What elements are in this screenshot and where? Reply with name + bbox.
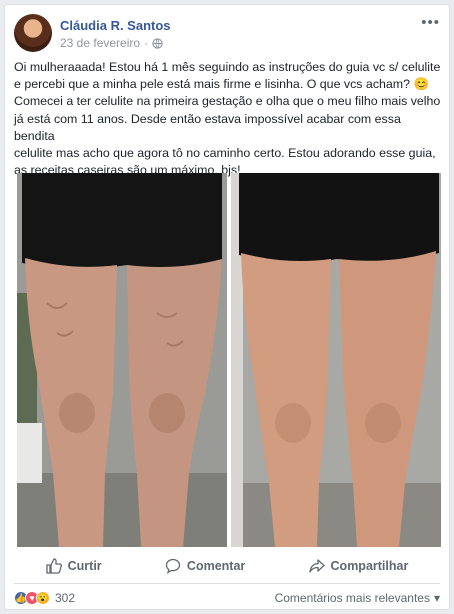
photo-before[interactable] (17, 173, 227, 547)
more-options-icon[interactable]: ••• (421, 15, 440, 30)
share-icon (308, 559, 325, 573)
post-actions: Curtir Comentar Compartilhar (14, 551, 440, 581)
share-label: Compartilhar (330, 559, 409, 573)
post-card: Cláudia R. Santos 23 de fevereiro · ••• … (4, 4, 450, 610)
post-header: Cláudia R. Santos 23 de fevereiro · ••• (14, 14, 440, 54)
comment-button[interactable]: Comentar (165, 558, 245, 574)
photo-after[interactable] (231, 173, 441, 547)
post-date[interactable]: 23 de fevereiro (60, 36, 140, 50)
comments-sort-dropdown[interactable]: Comentários mais relevantes ▾ (275, 591, 440, 605)
post-photos[interactable] (17, 173, 441, 547)
post-meta: 23 de fevereiro · (60, 36, 163, 50)
legs-before-image (17, 173, 227, 547)
like-button[interactable]: Curtir (45, 558, 102, 574)
author-name[interactable]: Cláudia R. Santos (60, 18, 171, 33)
meta-separator: · (144, 36, 149, 50)
share-button[interactable]: Compartilhar (308, 558, 409, 574)
post-footer: 👍 ♥ 😮 302 Comentários mais relevantes ▾ (14, 587, 440, 609)
reactions-summary[interactable]: 👍 ♥ 😮 302 (14, 591, 75, 605)
sort-label: Comentários mais relevantes (274, 591, 430, 605)
avatar[interactable] (14, 14, 52, 52)
legs-after-image (231, 173, 441, 547)
comment-label: Comentar (186, 559, 246, 573)
like-label: Curtir (67, 559, 102, 573)
post-text: Oi mulheraaada! Estou há 1 mês seguindo … (14, 60, 441, 178)
chevron-down-icon: ▾ (433, 591, 440, 605)
globe-icon[interactable] (152, 37, 163, 49)
comment-icon (165, 558, 181, 574)
divider (14, 583, 440, 584)
reaction-count[interactable]: 302 (55, 591, 75, 605)
wow-reaction-icon: 😮 (36, 591, 50, 605)
thumbs-up-icon (45, 558, 62, 574)
